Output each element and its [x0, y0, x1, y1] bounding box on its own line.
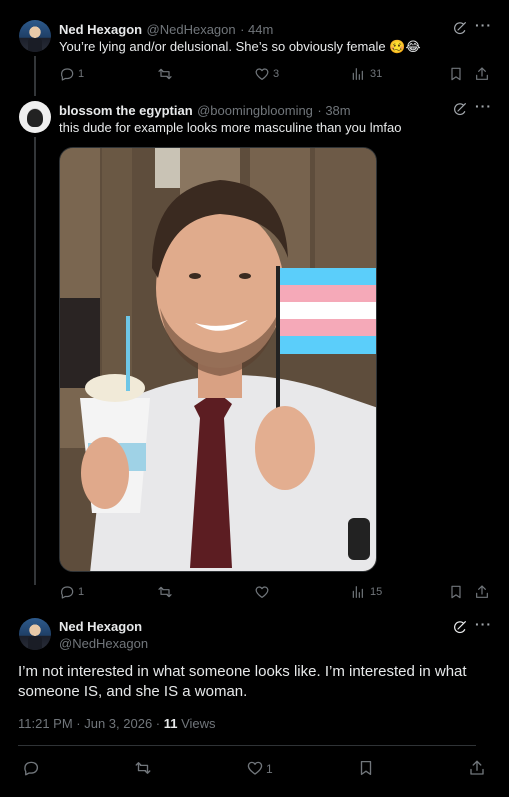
- views-count: 11: [163, 716, 178, 731]
- views-count: 31: [370, 68, 383, 80]
- views-count: 15: [370, 586, 383, 598]
- avatar[interactable]: [19, 101, 51, 133]
- bookmark-icon[interactable]: [448, 584, 464, 600]
- thread-line: [34, 137, 36, 585]
- retweet-icon[interactable]: [157, 584, 173, 600]
- tweet-header: Ned Hexagon @NedHexagon · 44m: [59, 21, 273, 39]
- retweet-icon[interactable]: [157, 66, 173, 82]
- reply-icon[interactable]: [59, 584, 75, 600]
- views-icon[interactable]: [350, 584, 366, 600]
- retweet-icon[interactable]: [134, 759, 152, 777]
- reply-icon[interactable]: [59, 66, 75, 82]
- main-tweet-text: I’m not interested in what someone looks…: [18, 663, 467, 700]
- share-icon[interactable]: [474, 584, 490, 600]
- bookmark-icon[interactable]: [357, 759, 375, 777]
- heart-icon[interactable]: [254, 584, 270, 600]
- reply-icon[interactable]: [22, 759, 40, 777]
- avatar[interactable]: [19, 20, 51, 52]
- author-name[interactable]: blossom the egyptian: [59, 103, 193, 118]
- grok-icon[interactable]: [452, 20, 468, 36]
- grok-icon[interactable]: [452, 101, 468, 117]
- share-icon[interactable]: [468, 759, 486, 777]
- avatar[interactable]: [19, 618, 51, 650]
- tweet-meta: 11:21 PM · Jun 3, 2026 · 11 Views: [18, 716, 216, 731]
- reply-count: 1: [78, 586, 85, 598]
- more-icon[interactable]: ···: [475, 98, 492, 114]
- tweet-time[interactable]: · 44m: [240, 22, 273, 37]
- tweet-photo[interactable]: [59, 147, 377, 572]
- author-handle[interactable]: @NedHexagon: [59, 636, 148, 651]
- tweet-text: this dude for example looks more masculi…: [59, 120, 402, 135]
- tweet-header: blossom the egyptian @boomingblooming · …: [59, 102, 351, 120]
- like-count: 3: [273, 68, 280, 80]
- grok-icon[interactable]: [452, 619, 468, 635]
- author-name[interactable]: Ned Hexagon: [59, 619, 142, 634]
- author-name[interactable]: Ned Hexagon: [59, 22, 142, 37]
- tweet-time[interactable]: · 38m: [317, 103, 350, 118]
- photo-illustration: [60, 148, 376, 571]
- tweet-text: You’re lying and/or delusional. She’s so…: [59, 39, 421, 54]
- bookmark-icon[interactable]: [448, 66, 464, 82]
- author-handle[interactable]: @NedHexagon: [147, 22, 236, 37]
- heart-icon[interactable]: [254, 66, 270, 82]
- like-count: 1: [266, 762, 273, 776]
- views-icon[interactable]: [350, 66, 366, 82]
- more-icon[interactable]: ···: [475, 616, 492, 632]
- more-icon[interactable]: ···: [475, 17, 492, 33]
- reply-count: 1: [78, 68, 85, 80]
- timestamp[interactable]: 11:21 PM · Jun 3, 2026 ·: [18, 716, 164, 731]
- share-icon[interactable]: [474, 66, 490, 82]
- author-handle-block: @NedHexagon: [59, 636, 148, 651]
- views-label: Views: [177, 716, 216, 731]
- heart-icon[interactable]: [246, 759, 264, 777]
- author-name-block: Ned Hexagon: [59, 619, 142, 634]
- thread-line: [34, 56, 36, 96]
- author-handle[interactable]: @boomingblooming: [197, 103, 313, 118]
- divider: [18, 745, 476, 746]
